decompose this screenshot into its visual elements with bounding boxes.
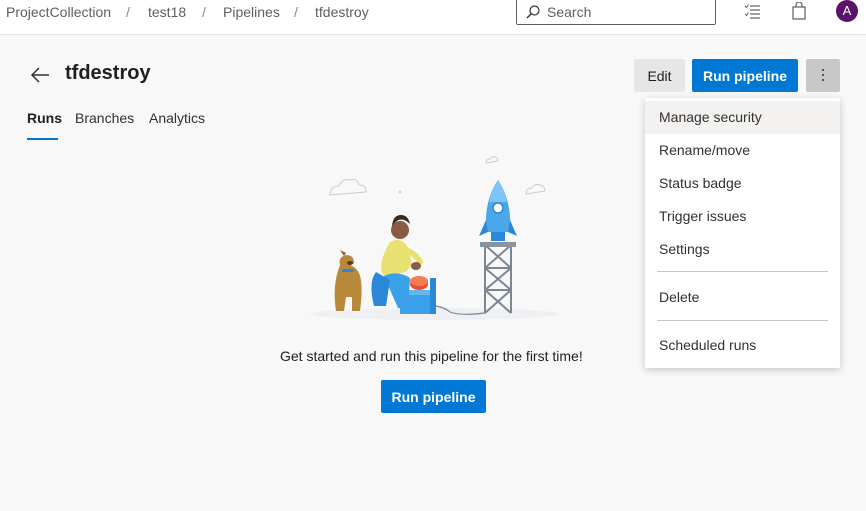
tab-branches[interactable]: Branches (75, 110, 134, 126)
search-input[interactable] (547, 3, 707, 21)
breadcrumb-project-collection[interactable]: ProjectCollection (6, 4, 111, 20)
active-tab-indicator (27, 138, 58, 140)
more-actions-button[interactable] (806, 59, 840, 92)
tab-analytics[interactable]: Analytics (149, 110, 205, 126)
back-arrow-icon[interactable] (30, 66, 50, 84)
breadcrumb-project[interactable]: test18 (148, 4, 186, 20)
menu-item-settings[interactable]: Settings (645, 233, 840, 266)
empty-state-message: Get started and run this pipeline for th… (280, 348, 583, 364)
menu-divider (657, 320, 828, 321)
menu-item-delete[interactable]: Delete (645, 281, 840, 314)
shopping-bag-icon[interactable] (790, 2, 808, 20)
breadcrumb-separator: / (294, 4, 298, 20)
page-title: tfdestroy (65, 62, 151, 84)
search-box[interactable] (516, 0, 716, 25)
search-icon (526, 5, 540, 19)
checklist-icon[interactable] (744, 2, 762, 20)
breadcrumb-pipeline[interactable]: tfdestroy (315, 4, 369, 20)
edit-button[interactable]: Edit (634, 59, 685, 92)
tab-runs[interactable]: Runs (27, 110, 62, 126)
more-actions-menu: Manage security Rename/move Status badge… (645, 98, 840, 368)
run-pipeline-button[interactable]: Run pipeline (692, 59, 798, 92)
menu-item-manage-security[interactable]: Manage security (645, 101, 840, 134)
menu-item-scheduled-runs[interactable]: Scheduled runs (645, 329, 840, 362)
menu-item-rename-move[interactable]: Rename/move (645, 134, 840, 167)
menu-item-status-badge[interactable]: Status badge (645, 167, 840, 200)
breadcrumb-separator: / (202, 4, 206, 20)
breadcrumb-pipelines[interactable]: Pipelines (223, 4, 280, 20)
breadcrumb-separator: / (126, 4, 130, 20)
menu-divider (657, 271, 828, 272)
top-bar: ProjectCollection / test18 / Pipelines /… (0, 0, 866, 35)
avatar[interactable]: A (836, 0, 858, 22)
rocket-launch-illustration (310, 156, 560, 320)
run-pipeline-empty-button[interactable]: Run pipeline (381, 380, 486, 413)
menu-item-trigger-issues[interactable]: Trigger issues (645, 200, 840, 233)
